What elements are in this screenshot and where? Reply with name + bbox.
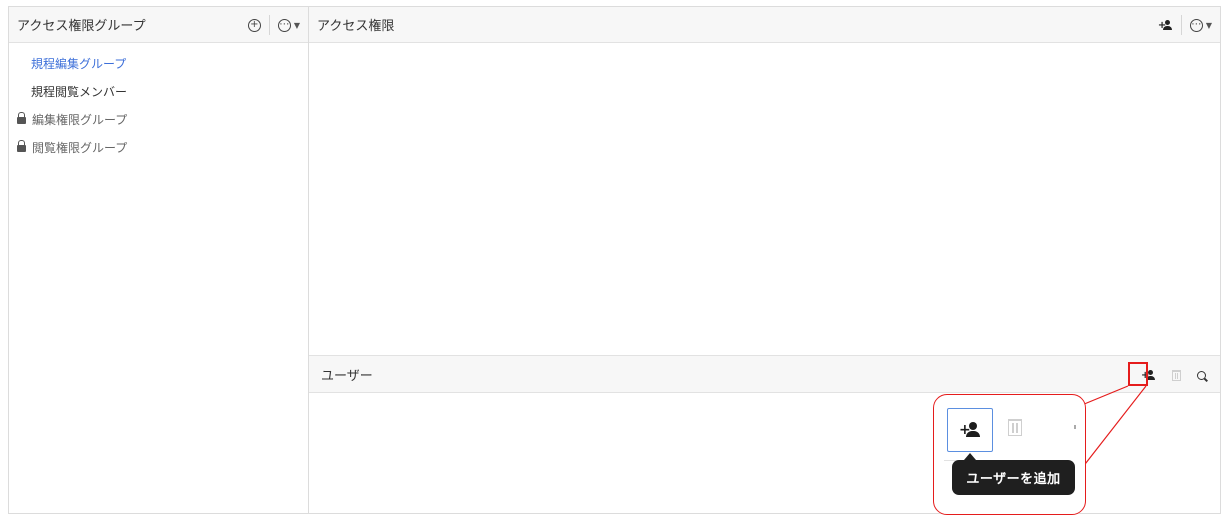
circle-ellipsis-icon: ⋯	[1189, 18, 1203, 32]
search-user-button[interactable]	[1197, 370, 1206, 380]
access-group-toolbar: + ⋯ ▼	[247, 7, 300, 43]
divider-mark	[1074, 425, 1076, 429]
users-title: ユーザー	[321, 368, 373, 384]
group-item-henshu-kengen[interactable]: 編集権限グループ	[9, 105, 308, 133]
caret-down-icon: ▼	[293, 20, 300, 30]
circle-ellipsis-icon: ⋯	[277, 18, 291, 32]
trash-icon	[1008, 419, 1022, 436]
callout-add-user-button[interactable]: +	[947, 408, 993, 452]
add-user-tooltip: ユーザーを追加	[952, 460, 1075, 495]
lock-icon	[17, 139, 26, 152]
caret-down-icon: ▼	[1205, 20, 1212, 30]
access-group-header: アクセス権限グループ + ⋯ ▼	[9, 7, 308, 43]
delete-user-button[interactable]	[1172, 369, 1181, 381]
users-header: ユーザー +	[309, 355, 1220, 393]
group-item-kitei-etsuran[interactable]: 規程閲覧メンバー	[9, 77, 308, 105]
group-item-label: 編集権限グループ	[32, 112, 128, 127]
group-item-label: 規程閲覧メンバー	[31, 84, 128, 99]
add-user-icon: +	[1158, 19, 1173, 31]
group-item-label: 規程編集グループ	[31, 56, 127, 71]
add-permission-user-button[interactable]: +	[1158, 19, 1173, 31]
access-permission-title: アクセス権限	[317, 19, 395, 34]
access-permission-toolbar: + ⋯ ▼	[1158, 7, 1212, 43]
access-group-list: 規程編集グループ 規程閲覧メンバー 編集権限グループ 閲覧権限グループ	[9, 43, 308, 161]
permission-more-menu-button[interactable]: ⋯ ▼	[1189, 18, 1212, 32]
access-group-title: アクセス権限グループ	[17, 19, 146, 34]
trash-icon	[1172, 369, 1181, 381]
group-item-etsuran-kengen[interactable]: 閲覧権限グループ	[9, 133, 308, 161]
toolbar-divider	[268, 15, 270, 35]
zoom-callout: + ユーザーを追加	[933, 394, 1086, 515]
search-icon	[1197, 370, 1206, 380]
tooltip-arrow	[964, 453, 976, 460]
users-toolbar: +	[1141, 356, 1206, 394]
toolbar-divider	[1180, 15, 1182, 35]
group-item-kitei-henshu[interactable]: 規程編集グループ	[9, 49, 308, 77]
lock-icon	[17, 111, 26, 124]
group-item-label: 閲覧権限グループ	[32, 140, 128, 155]
access-group-pane: アクセス権限グループ + ⋯ ▼ 規程編集グループ 規程閲覧メンバー 編集権限グ…	[9, 7, 309, 513]
group-more-menu-button[interactable]: ⋯ ▼	[277, 18, 300, 32]
highlight-box	[1128, 362, 1148, 386]
access-permission-body	[309, 43, 1220, 354]
add-group-button[interactable]: +	[247, 18, 261, 32]
access-permission-header: アクセス権限 + ⋯ ▼	[309, 7, 1220, 43]
circle-plus-icon: +	[247, 18, 261, 32]
add-user-icon: +	[959, 422, 981, 438]
